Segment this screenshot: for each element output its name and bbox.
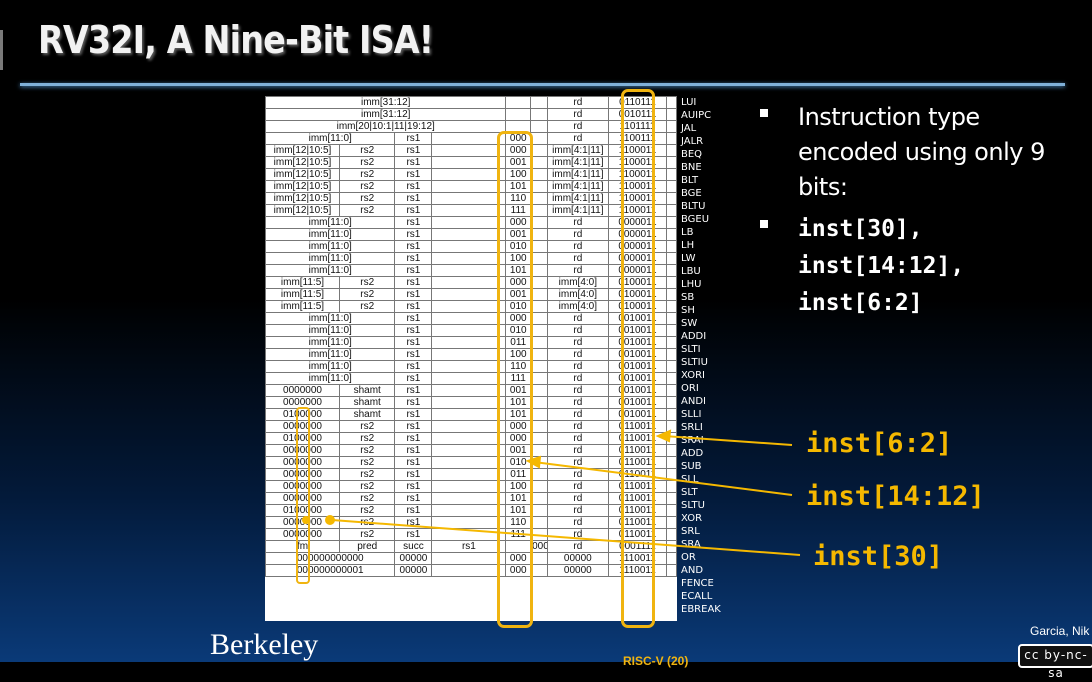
slide-footnote: RISC-V (20) — [623, 654, 689, 668]
arrow-dot-inst30-left — [302, 516, 310, 524]
callout-inst30: inst[30] — [813, 541, 944, 572]
arrowhead-funct3 — [525, 455, 542, 469]
arrow-inst30 — [331, 519, 801, 556]
arrow-opcode — [663, 435, 793, 446]
callout-inst6-2: inst[6:2] — [806, 428, 953, 459]
cc-license-icon: cc by-nc-sa — [1018, 644, 1092, 680]
callout-inst14-12: inst[14:12] — [806, 481, 985, 512]
arrow-funct3 — [533, 461, 793, 496]
berkeley-logo: Berkeley — [210, 628, 319, 661]
arrow-dot-inst30 — [325, 515, 335, 525]
footer-author: Garcia, Nik — [1030, 624, 1090, 638]
arrowhead-opcode — [655, 429, 672, 443]
